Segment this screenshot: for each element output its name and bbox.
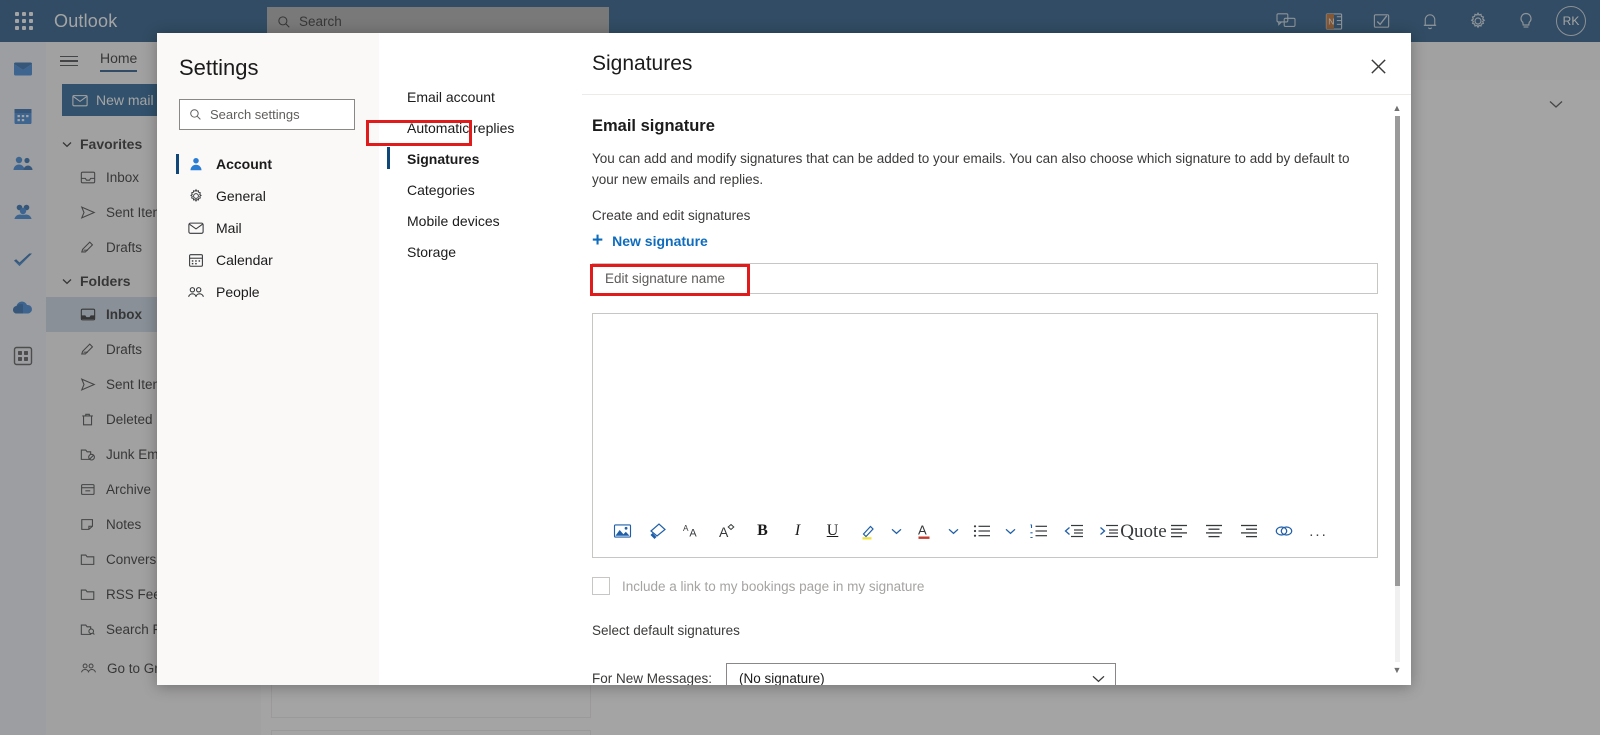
signature-editor-textarea[interactable]: [593, 314, 1377, 506]
settings-subitem-storage[interactable]: Storage: [379, 236, 582, 267]
screen-root: Outlook Search: [0, 0, 1600, 735]
settings-dialog: Settings Search settings Account General: [157, 33, 1411, 685]
font-size-icon[interactable]: AA: [675, 515, 710, 547]
settings-subitem-label: Automatic replies: [407, 119, 515, 136]
plus-icon: +: [592, 230, 604, 251]
for-new-messages-dropdown[interactable]: (No signature): [726, 663, 1117, 685]
settings-subitem-email-account[interactable]: Email account: [379, 81, 582, 112]
for-new-messages-label: For New Messages:: [592, 671, 713, 685]
insert-picture-icon[interactable]: [605, 515, 640, 547]
align-right-icon[interactable]: [1231, 515, 1266, 547]
settings-subitem-automatic-replies[interactable]: Automatic replies: [379, 112, 582, 143]
underline-icon[interactable]: U: [815, 515, 850, 547]
email-signature-heading: Email signature: [592, 117, 715, 135]
scrollbar-track[interactable]: [1394, 116, 1400, 662]
settings-categories-pane: Settings Search settings Account General: [157, 33, 379, 685]
settings-category-label: People: [216, 284, 260, 300]
scrollbar-thumb[interactable]: [1394, 116, 1400, 586]
select-default-signatures-heading: Select default signatures: [592, 623, 740, 638]
bookings-link-checkbox-row[interactable]: Include a link to my bookings page in my…: [592, 577, 1383, 595]
chevron-down-icon: [1092, 675, 1105, 682]
insert-link-icon[interactable]: [1266, 515, 1301, 547]
numbered-list-icon[interactable]: [1021, 515, 1056, 547]
highlight-chevron-down-icon[interactable]: [885, 515, 907, 547]
format-painter-icon[interactable]: [640, 515, 675, 547]
svg-text:A: A: [683, 524, 689, 533]
bold-icon[interactable]: B: [745, 515, 780, 547]
svg-text:A: A: [918, 523, 927, 538]
bulleted-list-icon[interactable]: [964, 515, 999, 547]
settings-panel-header: Signatures: [582, 33, 1411, 95]
settings-subitem-signatures[interactable]: Signatures: [379, 143, 582, 174]
settings-search-input[interactable]: Search settings: [179, 99, 355, 130]
settings-category-calendar[interactable]: Calendar: [179, 244, 379, 276]
bulleted-list-chevron-down-icon[interactable]: [999, 515, 1021, 547]
decrease-indent-icon[interactable]: [1056, 515, 1091, 547]
bookings-link-label: Include a link to my bookings page in my…: [622, 578, 925, 594]
align-left-icon[interactable]: [1161, 515, 1196, 547]
close-button[interactable]: [1363, 51, 1393, 81]
settings-category-label: Account: [216, 156, 272, 172]
settings-subitem-label: Storage: [407, 243, 457, 260]
settings-subitem-mobile-devices[interactable]: Mobile devices: [379, 205, 582, 236]
for-new-messages-value: (No signature): [739, 671, 825, 685]
font-color-icon[interactable]: A: [907, 515, 942, 547]
person-icon: [187, 156, 205, 172]
bookings-link-checkbox[interactable]: [592, 577, 610, 595]
signature-name-input[interactable]: Edit signature name: [592, 263, 1378, 294]
people-icon: [187, 285, 205, 300]
align-center-icon[interactable]: [1196, 515, 1231, 547]
new-signature-button[interactable]: + New signature: [592, 230, 1383, 251]
settings-subitem-label: Mobile devices: [407, 212, 500, 229]
create-edit-signatures-label: Create and edit signatures: [592, 208, 751, 223]
signatures-settings-body: Email signature You can add and modify s…: [582, 95, 1411, 685]
calendar-icon: [187, 252, 205, 268]
svg-text:A: A: [719, 524, 729, 540]
svg-text:A: A: [689, 527, 697, 539]
quote-icon[interactable]: Quote: [1120, 515, 1166, 547]
settings-panel-scrollbar[interactable]: ▲ ▼: [1391, 103, 1403, 675]
underline-label: U: [826, 522, 839, 539]
font-color-chevron-down-icon[interactable]: [942, 515, 964, 547]
settings-category-label: Mail: [216, 220, 242, 236]
bold-label: B: [757, 522, 768, 539]
signature-editor: AA A B I U A Quote ...: [592, 313, 1378, 558]
quote-label: Quote: [1120, 520, 1167, 542]
settings-subitem-categories[interactable]: Categories: [379, 174, 582, 205]
new-signature-label: New signature: [612, 233, 708, 249]
settings-panel-title: Signatures: [592, 51, 693, 75]
signature-name-placeholder: Edit signature name: [605, 271, 726, 286]
settings-subnav-pane: Email account Automatic replies Signatur…: [379, 33, 582, 685]
signature-formatting-toolbar: AA A B I U A Quote ...: [593, 506, 1377, 556]
italic-label: I: [794, 522, 801, 539]
for-new-messages-row: For New Messages: (No signature): [592, 663, 1383, 685]
settings-category-label: General: [216, 188, 266, 204]
close-icon: [1370, 58, 1386, 74]
italic-icon[interactable]: I: [780, 515, 815, 547]
settings-subitem-label: Categories: [407, 181, 475, 198]
more-options-icon[interactable]: ...: [1301, 515, 1336, 547]
gear-icon: [187, 188, 205, 204]
more-options-label: ...: [1309, 522, 1328, 540]
settings-category-people[interactable]: People: [179, 276, 379, 308]
scroll-down-arrow[interactable]: ▼: [1393, 665, 1402, 675]
settings-category-general[interactable]: General: [179, 180, 379, 212]
settings-title: Settings: [179, 55, 259, 80]
settings-detail-pane: Signatures Email signature You can add a…: [582, 33, 1411, 685]
clear-formatting-icon[interactable]: A: [710, 515, 745, 547]
settings-subitem-label: Signatures: [407, 150, 480, 167]
highlight-icon[interactable]: [850, 515, 885, 547]
settings-search-placeholder: Search settings: [210, 107, 300, 122]
search-icon: [190, 109, 201, 120]
settings-category-label: Calendar: [216, 252, 273, 268]
email-signature-description: You can add and modify signatures that c…: [592, 151, 1350, 187]
settings-subitem-label: Email account: [407, 88, 495, 105]
scroll-up-arrow[interactable]: ▲: [1393, 103, 1402, 113]
settings-category-mail[interactable]: Mail: [179, 212, 379, 244]
settings-category-account[interactable]: Account: [176, 148, 379, 180]
mail-icon: [187, 221, 205, 235]
